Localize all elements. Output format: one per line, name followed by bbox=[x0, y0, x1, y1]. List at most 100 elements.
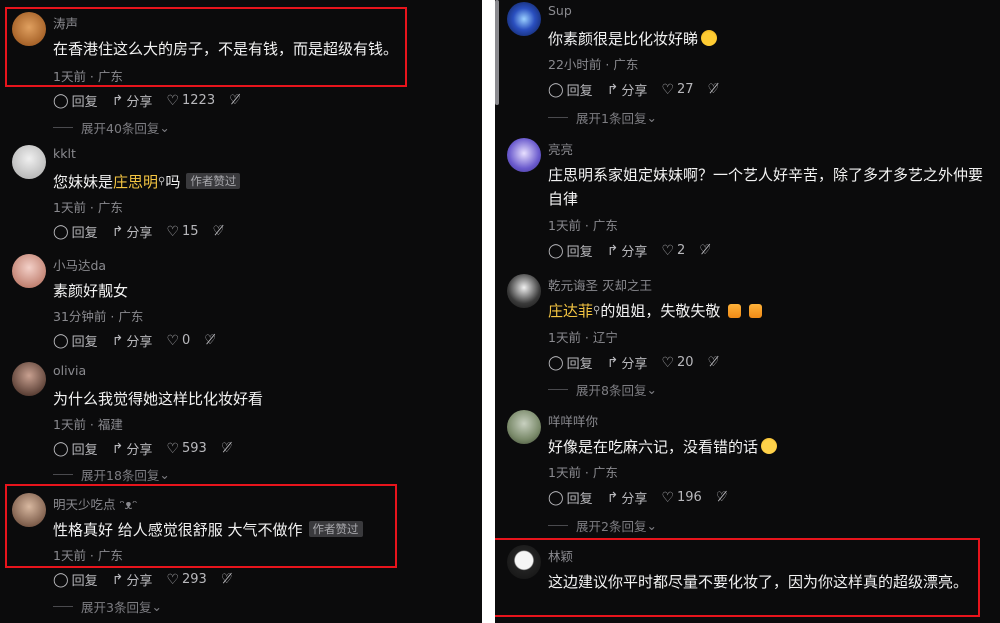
share-button[interactable]: ↱ 分享 bbox=[606, 353, 648, 373]
like-button[interactable]: ♡ 293 bbox=[166, 572, 206, 588]
comment-author[interactable]: 亮亮 bbox=[548, 139, 573, 158]
like-button[interactable]: ♡ 20 bbox=[661, 355, 693, 371]
avatar[interactable] bbox=[507, 410, 541, 444]
smiling-emoji-icon bbox=[761, 438, 778, 454]
reply-button[interactable]: ◯ 回复 bbox=[548, 80, 593, 100]
thumbs-up-icon bbox=[728, 304, 742, 318]
reply-icon: ◯ bbox=[548, 242, 564, 259]
chevron-down-icon: ⌄ bbox=[646, 110, 657, 125]
dislike-icon[interactable]: ♡̸ bbox=[204, 333, 216, 348]
reply-icon: ◯ bbox=[548, 354, 564, 371]
comment-meta: 1天前 · 福建 bbox=[53, 417, 123, 432]
like-button[interactable]: ♡ 196 bbox=[661, 490, 701, 506]
laughing-emoji-icon bbox=[701, 30, 718, 46]
reply-button[interactable]: ◯ 回复 bbox=[53, 91, 98, 111]
comment-actions: ◯ 回复 ↱ 分享 ♡ 196 ♡̸ bbox=[548, 488, 728, 508]
share-icon: ↱ bbox=[606, 354, 619, 371]
reply-button[interactable]: ◯ 回复 bbox=[53, 222, 98, 242]
comment-actions: ◯ 回复 ↱ 分享 ♡ 0 ♡̸ bbox=[53, 331, 216, 351]
like-button[interactable]: ♡ 2 bbox=[661, 243, 685, 259]
comment-author[interactable]: olivia bbox=[53, 363, 86, 378]
scrollbar[interactable] bbox=[495, 0, 499, 105]
dislike-icon[interactable]: ♡̸ bbox=[221, 572, 233, 587]
mention-link[interactable]: 庄思明 bbox=[113, 173, 158, 191]
expand-replies-button[interactable]: 展开2条回复 ⌄ bbox=[548, 516, 657, 535]
reply-button[interactable]: ◯ 回复 bbox=[53, 331, 98, 351]
share-button[interactable]: ↱ 分享 bbox=[607, 80, 648, 100]
thumbs-up-icon bbox=[749, 304, 763, 318]
avatar[interactable] bbox=[12, 254, 46, 288]
avatar[interactable] bbox=[507, 138, 541, 172]
comment-author[interactable]: Sup bbox=[548, 3, 572, 18]
share-icon: ↱ bbox=[111, 223, 124, 240]
comment-text: 您妹妹是庄思明⚲吗 作者赞过 bbox=[53, 170, 472, 194]
heart-icon: ♡ bbox=[166, 332, 179, 349]
dislike-icon[interactable]: ♡̸ bbox=[716, 490, 728, 505]
share-button[interactable]: ↱ 分享 bbox=[112, 331, 153, 351]
share-icon: ↱ bbox=[606, 242, 619, 259]
comment-meta: 1天前 · 广东 bbox=[548, 218, 618, 233]
expand-replies-button[interactable]: 展开8条回复 ⌄ bbox=[548, 380, 657, 399]
heart-icon: ♡ bbox=[661, 489, 674, 506]
reply-button[interactable]: ◯ 回复 bbox=[548, 353, 593, 373]
comment-text: 庄达菲⚲的姐姐，失敬失敬 bbox=[548, 299, 990, 323]
like-button[interactable]: ♡ 27 bbox=[661, 82, 693, 98]
reply-icon: ◯ bbox=[53, 332, 69, 349]
avatar[interactable] bbox=[507, 2, 541, 36]
reply-icon: ◯ bbox=[53, 223, 69, 240]
reply-button[interactable]: ◯ 回复 bbox=[548, 241, 593, 261]
share-button[interactable]: ↱ 分享 bbox=[111, 570, 153, 590]
comment-meta: 1天前 · 广东 bbox=[53, 200, 123, 215]
comment-meta: 1天前 · 辽宁 bbox=[548, 330, 618, 345]
expand-replies-button[interactable]: 展开1条回复 ⌄ bbox=[548, 108, 657, 127]
dislike-icon[interactable]: ♡̸ bbox=[229, 93, 241, 108]
author-liked-badge: 作者赞过 bbox=[186, 173, 241, 189]
chevron-down-icon: ⌄ bbox=[151, 599, 162, 614]
heart-icon: ♡ bbox=[661, 81, 674, 98]
comment-actions: ◯ 回复 ↱ 分享 ♡ 15 ♡̸ bbox=[53, 222, 225, 242]
highlight-box bbox=[495, 538, 980, 617]
comment-meta: 1天前 · 广东 bbox=[548, 465, 618, 480]
dislike-icon[interactable]: ♡̸ bbox=[221, 441, 233, 456]
share-icon: ↱ bbox=[111, 571, 124, 588]
share-button[interactable]: ↱ 分享 bbox=[111, 91, 153, 111]
comment-meta: 31分钟前 · 广东 bbox=[53, 309, 144, 324]
comment-actions: ◯ 回复 ↱ 分享 ♡ 2 ♡̸ bbox=[548, 241, 711, 261]
expand-replies-button[interactable]: 展开40条回复 ⌄ bbox=[53, 118, 170, 137]
comment-author[interactable]: 小马达da bbox=[53, 255, 106, 274]
like-button[interactable]: ♡ 593 bbox=[166, 441, 206, 457]
share-icon: ↱ bbox=[111, 92, 124, 109]
expand-replies-button[interactable]: 展开18条回复 ⌄ bbox=[53, 465, 170, 484]
highlight-box bbox=[5, 484, 397, 568]
comment-author[interactable]: 乾元诲圣 灭却之王 bbox=[548, 275, 652, 294]
heart-icon: ♡ bbox=[661, 242, 674, 259]
comment-author[interactable]: kklt bbox=[53, 146, 76, 161]
highlight-box bbox=[5, 7, 407, 87]
right-comment-panel: Sup 你素颜很是比化妆好睇 22小时前 · 广东 ◯ 回复 ↱ 分享 ♡ 27 ♡̸… bbox=[495, 0, 1000, 623]
dislike-icon[interactable]: ♡̸ bbox=[708, 82, 720, 97]
comment-author[interactable]: 咩咩咩你 bbox=[548, 411, 598, 430]
share-button[interactable]: ↱ 分享 bbox=[606, 241, 648, 261]
share-icon: ↱ bbox=[606, 489, 619, 506]
dislike-icon[interactable]: ♡̸ bbox=[213, 224, 225, 239]
dislike-icon[interactable]: ♡̸ bbox=[708, 355, 720, 370]
mention-link[interactable]: 庄达菲 bbox=[548, 302, 593, 320]
dislike-icon[interactable]: ♡̸ bbox=[699, 243, 711, 258]
like-button[interactable]: ♡ 1223 bbox=[166, 93, 215, 109]
like-button[interactable]: ♡ 15 bbox=[166, 224, 198, 240]
panel-divider bbox=[482, 0, 495, 623]
chevron-down-icon: ⌄ bbox=[646, 382, 657, 397]
avatar[interactable] bbox=[12, 145, 46, 179]
reply-button[interactable]: ◯ 回复 bbox=[53, 439, 98, 459]
avatar[interactable] bbox=[12, 362, 46, 396]
comment-actions: ◯ 回复 ↱ 分享 ♡ 27 ♡̸ bbox=[548, 80, 720, 100]
reply-button[interactable]: ◯ 回复 bbox=[53, 570, 98, 590]
reply-button[interactable]: ◯ 回复 bbox=[548, 488, 593, 508]
avatar[interactable] bbox=[507, 274, 541, 308]
expand-replies-button[interactable]: 展开3条回复 ⌄ bbox=[53, 597, 162, 616]
like-button[interactable]: ♡ 0 bbox=[166, 333, 190, 349]
chevron-down-icon: ⌄ bbox=[646, 518, 657, 533]
share-button[interactable]: ↱ 分享 bbox=[111, 222, 153, 242]
share-button[interactable]: ↱ 分享 bbox=[606, 488, 648, 508]
share-button[interactable]: ↱ 分享 bbox=[112, 439, 153, 459]
